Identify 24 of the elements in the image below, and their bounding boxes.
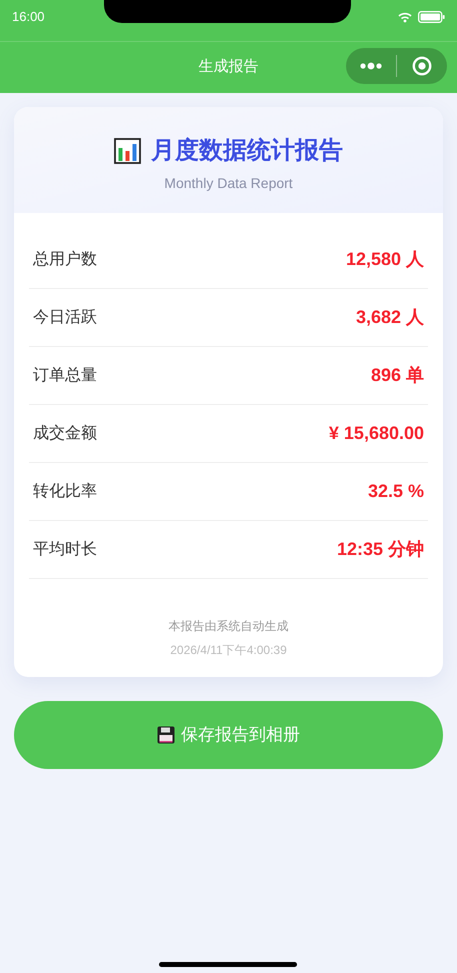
timestamp: 2026/4/11下午4:00:39: [170, 642, 287, 659]
footer-note: 本报告由系统自动生成: [168, 618, 288, 635]
metric-label: 转化比率: [33, 482, 97, 502]
metric-label: 今日活跃: [33, 308, 97, 328]
metric-value: 12:35 分钟: [336, 538, 424, 561]
metric-value: 12,580 人: [346, 248, 424, 271]
save-button[interactable]: 保存报告到相册: [14, 701, 443, 769]
target-icon: [412, 56, 432, 76]
metric-value: 32.5 %: [368, 480, 424, 503]
status-time: 16:00: [12, 8, 45, 26]
metric-label: 订单总量: [33, 366, 97, 386]
metric-label: 平均时长: [33, 540, 97, 560]
report-subtitle: Monthly Data Report: [164, 174, 293, 193]
metric-label: 成交金额: [33, 424, 97, 444]
page-title: 生成报告: [198, 57, 258, 78]
metric-value: 896 单: [370, 364, 424, 387]
bar-chart-icon: [114, 138, 141, 164]
battery-icon: [418, 11, 445, 23]
wifi-icon: [398, 12, 412, 22]
report-title: 月度数据统计报告: [151, 136, 343, 166]
more-icon: [360, 62, 382, 70]
metric-value: ¥ 15,680.00: [328, 422, 424, 445]
metric-value: 3,682 人: [356, 306, 424, 329]
metric-label: 总用户数: [33, 250, 97, 270]
